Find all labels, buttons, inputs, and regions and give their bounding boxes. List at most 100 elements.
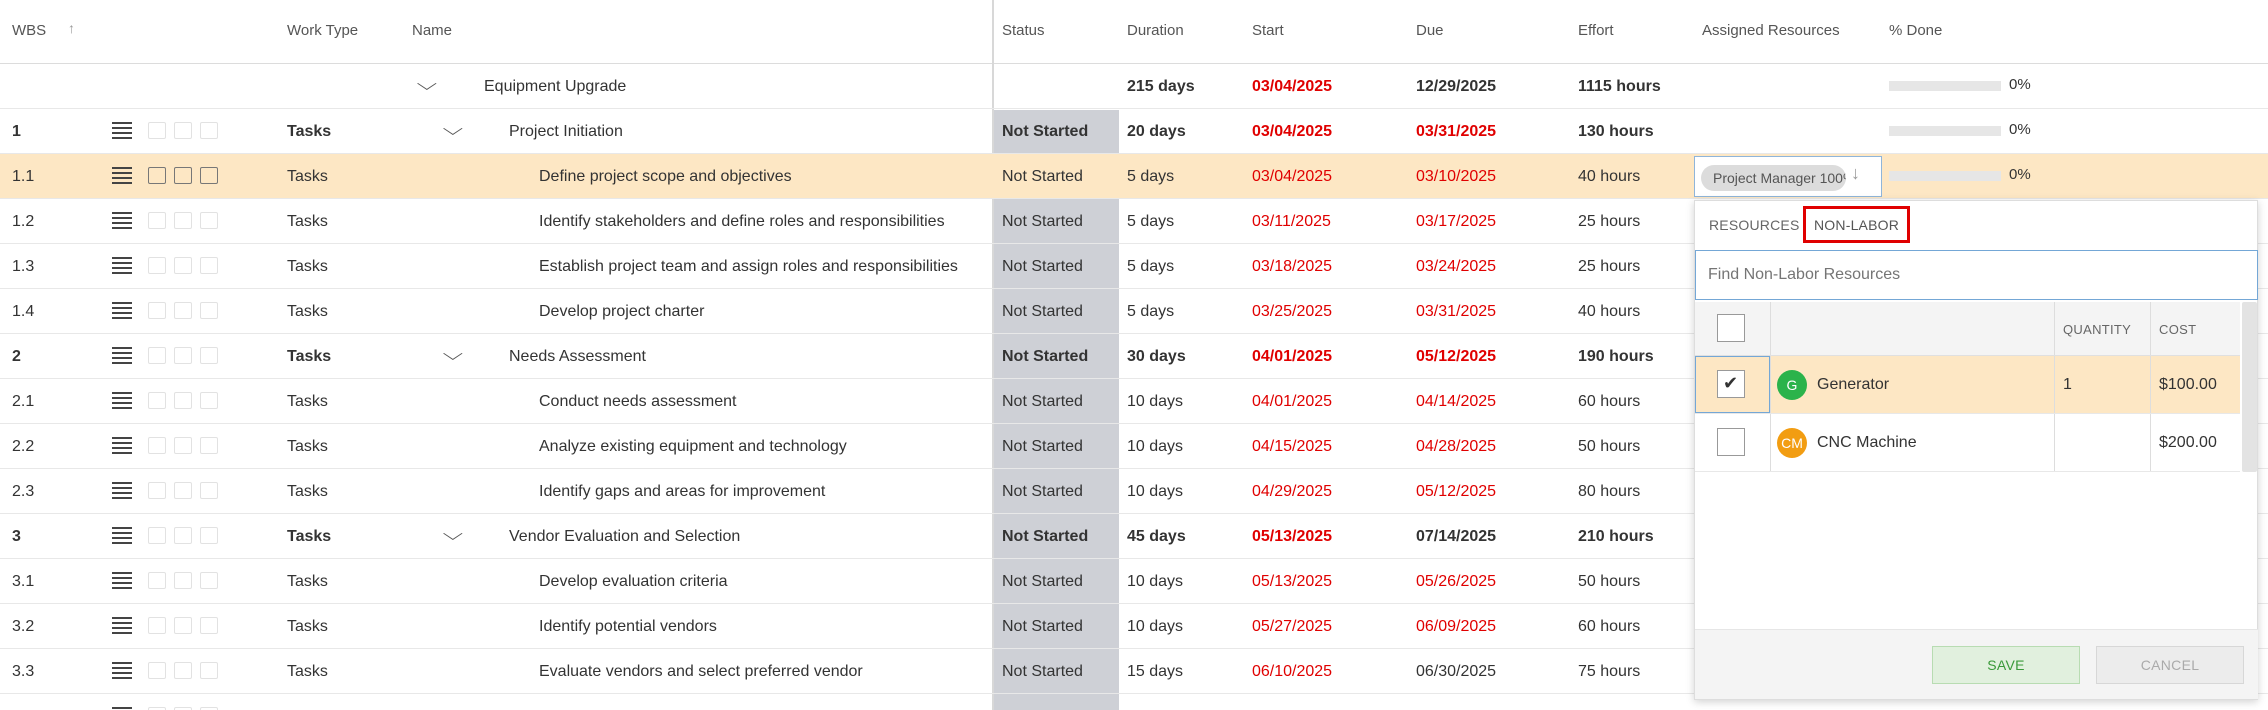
comment-icon[interactable] bbox=[174, 257, 192, 274]
status-cell[interactable]: Not Started bbox=[1002, 528, 1088, 546]
column-header-wbs[interactable]: WBS bbox=[12, 22, 46, 39]
note-icon[interactable] bbox=[148, 482, 166, 499]
due-cell[interactable]: 04/28/2025 bbox=[1416, 438, 1496, 456]
task-row[interactable]: 1 Tasks ⌵ Project Initiation Not Started… bbox=[0, 109, 2268, 154]
note-icon[interactable] bbox=[148, 617, 166, 634]
due-cell[interactable]: 03/17/2025 bbox=[1416, 213, 1496, 231]
status-cell[interactable]: Not Started bbox=[1002, 663, 1083, 681]
start-cell[interactable]: 03/18/2025 bbox=[1252, 258, 1332, 276]
tab-non-labor[interactable]: NON-LABOR bbox=[1803, 206, 1911, 243]
note-icon[interactable] bbox=[148, 212, 166, 229]
due-cell[interactable]: 03/24/2025 bbox=[1416, 258, 1496, 276]
duration-cell[interactable]: 10 days bbox=[1127, 618, 1183, 636]
save-button[interactable]: SAVE bbox=[1932, 646, 2080, 684]
resource-chip[interactable]: Project Manager 100% bbox=[1701, 165, 1846, 191]
row-menu-icon[interactable] bbox=[112, 392, 132, 409]
project-summary-row[interactable]: ⌵ Equipment Upgrade 215 days 03/04/2025 … bbox=[0, 64, 2268, 109]
comment-icon[interactable] bbox=[174, 212, 192, 229]
duration-cell[interactable]: 45 days bbox=[1127, 528, 1186, 546]
task-name-cell[interactable]: Needs Assessment bbox=[509, 348, 646, 366]
comment-icon[interactable] bbox=[174, 572, 192, 589]
row-menu-icon[interactable] bbox=[112, 617, 132, 634]
layout-icon[interactable] bbox=[200, 572, 218, 589]
select-all-checkbox[interactable] bbox=[1717, 314, 1745, 342]
chevron-down-icon[interactable]: ⌵ bbox=[443, 344, 463, 365]
effort-cell[interactable]: 40 hours bbox=[1578, 168, 1640, 186]
effort-cell[interactable]: 75 hours bbox=[1578, 663, 1640, 681]
due-cell[interactable]: 05/12/2025 bbox=[1416, 483, 1496, 501]
status-cell[interactable]: Not Started bbox=[1002, 618, 1083, 636]
task-name-cell[interactable]: Conduct needs assessment bbox=[539, 393, 736, 411]
layout-icon[interactable] bbox=[200, 302, 218, 319]
status-cell[interactable]: Not Started bbox=[1002, 303, 1083, 321]
layout-icon[interactable] bbox=[200, 617, 218, 634]
status-cell[interactable]: Not Started bbox=[1002, 438, 1083, 456]
assigned-resources-editor[interactable]: Project Manager 100% ↓ bbox=[1694, 156, 1882, 197]
due-cell[interactable]: 05/12/2025 bbox=[1416, 348, 1496, 366]
row-menu-icon[interactable] bbox=[112, 347, 132, 364]
comment-icon[interactable] bbox=[174, 392, 192, 409]
tab-resources[interactable]: RESOURCES bbox=[1709, 217, 1799, 233]
effort-cell[interactable]: 40 hours bbox=[1578, 303, 1640, 321]
duration-cell[interactable]: 5 days bbox=[1127, 258, 1174, 276]
row-menu-icon[interactable] bbox=[112, 212, 132, 229]
search-input[interactable] bbox=[1695, 250, 2258, 300]
note-icon[interactable] bbox=[148, 167, 166, 184]
note-icon[interactable] bbox=[148, 572, 166, 589]
chevron-down-icon[interactable]: ⌵ bbox=[417, 74, 437, 95]
due-cell[interactable]: 03/31/2025 bbox=[1416, 303, 1496, 321]
row-menu-icon[interactable] bbox=[112, 257, 132, 274]
task-name-cell[interactable]: Develop project charter bbox=[539, 303, 704, 321]
resource-checkbox-checked[interactable] bbox=[1717, 370, 1745, 398]
start-cell[interactable]: 04/01/2025 bbox=[1252, 393, 1332, 411]
resource-checkbox[interactable] bbox=[1717, 428, 1745, 456]
row-menu-icon[interactable] bbox=[112, 302, 132, 319]
status-cell[interactable]: Not Started bbox=[1002, 348, 1088, 366]
note-icon[interactable] bbox=[148, 347, 166, 364]
task-name-cell[interactable]: Define project scope and objectives bbox=[539, 168, 792, 186]
layout-icon[interactable] bbox=[200, 437, 218, 454]
chevron-down-icon[interactable]: ⌵ bbox=[443, 524, 463, 545]
start-cell[interactable]: 04/01/2025 bbox=[1252, 348, 1332, 366]
layout-icon[interactable] bbox=[200, 392, 218, 409]
start-cell[interactable]: 03/11/2025 bbox=[1252, 213, 1331, 231]
duration-cell[interactable]: 20 days bbox=[1127, 123, 1186, 141]
task-name-cell[interactable]: Develop evaluation criteria bbox=[539, 573, 728, 591]
duration-cell[interactable]: 5 days bbox=[1127, 168, 1174, 186]
comment-icon[interactable] bbox=[174, 347, 192, 364]
effort-cell[interactable]: 60 hours bbox=[1578, 393, 1640, 411]
start-cell[interactable]: 04/29/2025 bbox=[1252, 483, 1332, 501]
start-cell[interactable]: 06/10/2025 bbox=[1252, 663, 1332, 681]
cancel-button[interactable]: CANCEL bbox=[2096, 646, 2244, 684]
layout-icon[interactable] bbox=[200, 527, 218, 544]
start-cell[interactable]: 04/15/2025 bbox=[1252, 438, 1332, 456]
status-cell[interactable]: Not Started bbox=[1002, 213, 1083, 231]
row-menu-icon[interactable] bbox=[112, 167, 132, 184]
due-cell[interactable]: 07/14/2025 bbox=[1416, 528, 1496, 546]
note-icon[interactable] bbox=[148, 257, 166, 274]
duration-cell[interactable]: 10 days bbox=[1127, 483, 1183, 501]
effort-cell[interactable]: 190 hours bbox=[1578, 348, 1654, 366]
start-cell[interactable]: 03/04/2025 bbox=[1252, 123, 1332, 141]
duration-cell[interactable]: 15 days bbox=[1127, 663, 1183, 681]
row-menu-icon[interactable] bbox=[112, 482, 132, 499]
note-icon[interactable] bbox=[148, 662, 166, 679]
comment-icon[interactable] bbox=[174, 662, 192, 679]
comment-icon[interactable] bbox=[174, 302, 192, 319]
comment-icon[interactable] bbox=[174, 437, 192, 454]
column-header-percent-done[interactable]: % Done bbox=[1889, 22, 1942, 39]
row-menu-icon[interactable] bbox=[112, 572, 132, 589]
due-cell[interactable]: 06/30/2025 bbox=[1416, 663, 1496, 681]
scrollbar[interactable] bbox=[2242, 302, 2257, 472]
note-icon[interactable] bbox=[148, 527, 166, 544]
due-cell[interactable]: 06/09/2025 bbox=[1416, 618, 1496, 636]
due-cell[interactable]: 04/14/2025 bbox=[1416, 393, 1496, 411]
effort-cell[interactable]: 25 hours bbox=[1578, 213, 1640, 231]
layout-icon[interactable] bbox=[200, 122, 218, 139]
arrow-down-icon[interactable]: ↓ bbox=[1851, 163, 1860, 184]
effort-cell[interactable]: 210 hours bbox=[1578, 528, 1654, 546]
task-name-cell[interactable]: Analyze existing equipment and technolog… bbox=[539, 438, 847, 456]
task-name-cell[interactable]: Project Initiation bbox=[509, 123, 623, 141]
comment-icon[interactable] bbox=[174, 617, 192, 634]
layout-icon[interactable] bbox=[200, 257, 218, 274]
